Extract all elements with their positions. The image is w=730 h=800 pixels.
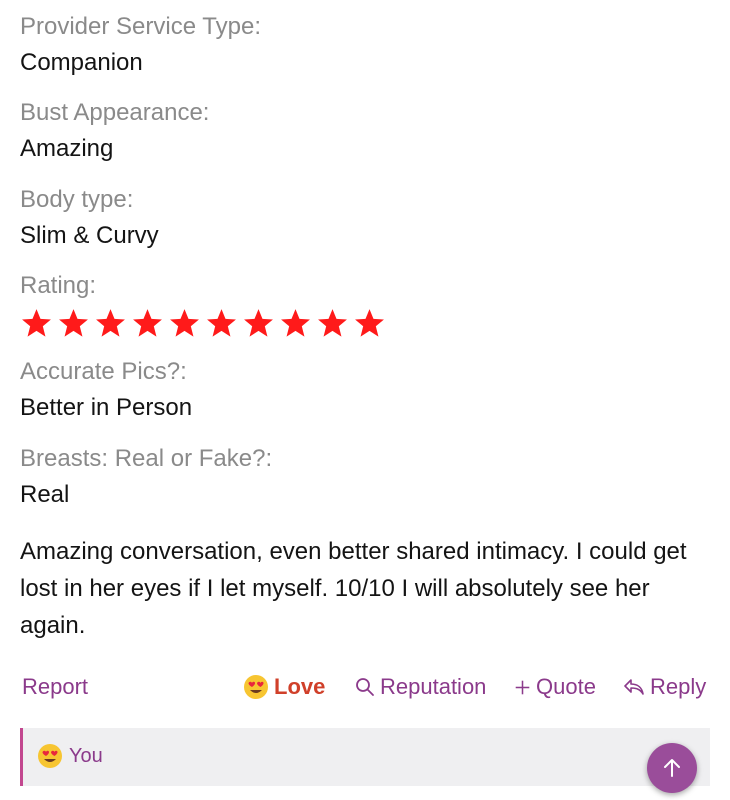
star-icon [207,309,236,337]
post-actions: Report Love Reputation Quote Reply [0,670,730,704]
scroll-to-top-button[interactable] [647,743,697,793]
star-icon [318,309,347,337]
field-label: Bust Appearance: [20,99,210,126]
arrow-up-icon [664,759,680,777]
field-provider-service-type: Provider Service Type: Companion [20,12,261,78]
reactor-name: You [69,744,103,767]
star-icon [96,309,125,337]
star-icon [355,309,384,337]
heart-eyes-emoji-icon [244,675,268,699]
post-body: Amazing conversation, even better shared… [20,538,687,639]
star-icon [22,309,51,337]
field-label: Body type: [20,186,134,213]
report-button[interactable]: Report [22,670,88,704]
quote-label: Quote [536,674,596,699]
field-bust-appearance: Bust Appearance: Amazing [20,98,209,164]
search-icon [356,678,374,696]
field-body-type: Body type: Slim & Curvy [20,185,159,251]
field-label: Provider Service Type: [20,13,261,40]
star-icon [133,309,162,337]
star-icon [244,309,273,337]
field-value: Companion [20,49,143,76]
field-label: Accurate Pics?: [20,358,187,385]
star-icon [59,309,88,337]
plus-icon [515,680,530,694]
quote-button[interactable]: Quote [514,670,596,704]
reactions-summary[interactable]: You [20,728,710,786]
rating-stars [20,307,386,340]
reputation-button[interactable]: Reputation [355,670,486,704]
heart-eyes-emoji-icon [38,744,62,768]
field-value: Slim & Curvy [20,222,159,249]
field-label: Breasts: Real or Fake?: [20,445,273,472]
field-accurate-pics: Accurate Pics?: Better in Person [20,357,192,423]
field-breasts-real-or-fake: Breasts: Real or Fake?: Real [20,444,272,510]
reaction-list[interactable]: You [37,743,103,769]
field-value: Better in Person [20,394,193,421]
reply-button[interactable]: Reply [623,670,706,704]
love-label: Love [274,674,326,699]
reply-label: Reply [650,674,707,699]
field-value: Real [20,481,70,508]
star-icon [170,309,199,337]
report-label: Report [22,674,89,699]
love-reaction-button[interactable]: Love [243,670,325,704]
field-rating: Rating: [20,271,386,340]
reputation-label: Reputation [380,674,487,699]
rating-label: Rating: [20,272,97,299]
reply-icon [624,679,644,695]
star-icon [281,309,310,337]
post-page: Provider Service Type: Companion Bust Ap… [0,0,730,800]
field-value: Amazing [20,135,114,162]
